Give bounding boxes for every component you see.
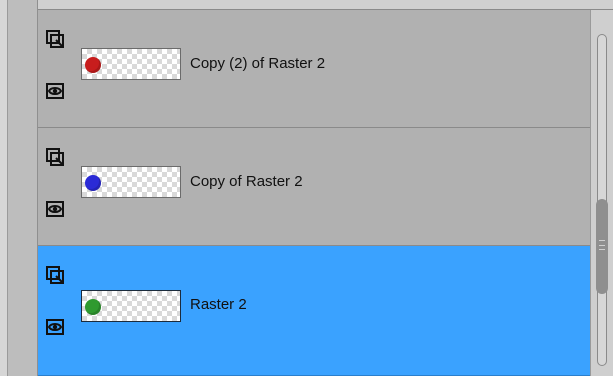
visibility-eye-icon[interactable]: [44, 198, 66, 220]
panel-left-gutter: [8, 0, 38, 376]
layer-name: Raster 2: [190, 296, 247, 313]
thumbnail-content: [85, 57, 101, 73]
vertical-scrollbar[interactable]: [590, 10, 613, 376]
layer-properties-icon[interactable]: [44, 264, 66, 286]
layer-row[interactable]: Copy of Raster 2: [38, 128, 590, 246]
thumbnail-content: [85, 175, 101, 191]
layer-controls: [44, 264, 66, 336]
layer-thumbnail[interactable]: [81, 166, 181, 198]
panel-left-edge: [0, 0, 8, 376]
layer-controls: [44, 146, 66, 218]
layer-row-selected[interactable]: Raster 2: [38, 246, 590, 376]
layer-properties-icon[interactable]: [44, 146, 66, 168]
scrollbar-grip-icon: [599, 240, 605, 250]
layer-name: Copy of Raster 2: [190, 173, 303, 190]
layer-name: Copy (2) of Raster 2: [190, 55, 326, 72]
thumbnail-content: [85, 299, 101, 315]
layer-controls: [44, 28, 66, 100]
layer-thumbnail[interactable]: [81, 290, 181, 322]
layer-thumbnail[interactable]: [81, 48, 181, 80]
panel-top-border: [0, 0, 613, 10]
layer-properties-icon[interactable]: [44, 28, 66, 50]
scrollbar-thumb[interactable]: [596, 199, 608, 294]
visibility-eye-icon[interactable]: [44, 80, 66, 102]
visibility-eye-icon[interactable]: [44, 316, 66, 338]
layers-panel: Copy (2) of Raster 2 Copy of Raster 2 Ra…: [0, 0, 613, 376]
layer-row[interactable]: Copy (2) of Raster 2: [38, 10, 590, 128]
layer-list: Copy (2) of Raster 2 Copy of Raster 2 Ra…: [38, 10, 590, 376]
